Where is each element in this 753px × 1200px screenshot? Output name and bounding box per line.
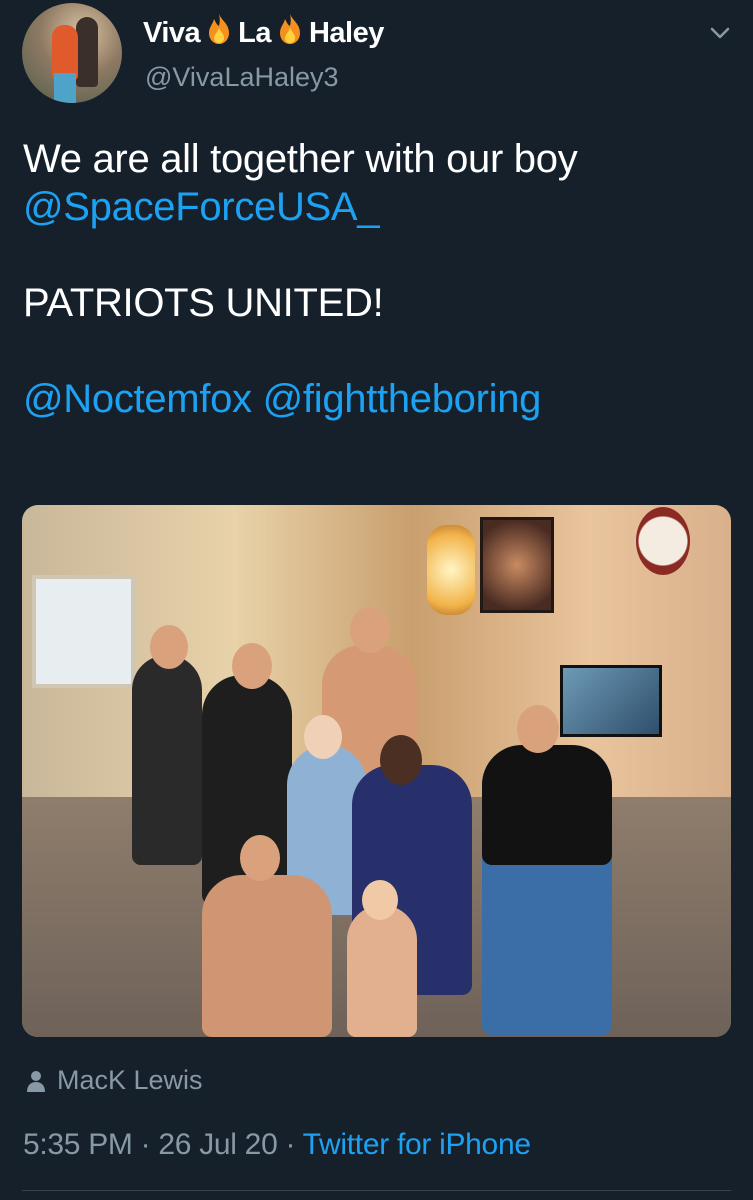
photo-group: [122, 595, 682, 1037]
mention-link[interactable]: @fighttheboring: [263, 377, 542, 421]
fire-emoji-icon: [202, 12, 236, 54]
avatar-figure: [52, 25, 78, 80]
tweet-text-line: PATRIOTS UNITED!: [23, 281, 384, 325]
tweet-date[interactable]: 26 Jul 20: [158, 1128, 277, 1161]
tweet: Viva La Haley @VivaLaHaley3 We are all t…: [0, 0, 753, 1200]
meta-separator: ·: [132, 1128, 159, 1161]
avatar[interactable]: [22, 3, 122, 103]
mention-link[interactable]: @SpaceForceUSA_: [23, 185, 380, 229]
divider: [22, 1190, 731, 1191]
tweet-time[interactable]: 5:35 PM: [23, 1128, 133, 1161]
mention-link[interactable]: @Noctemfox: [23, 377, 252, 421]
display-name-part: La: [238, 16, 271, 49]
avatar-figure: [76, 17, 98, 87]
person-icon: [27, 1070, 45, 1092]
photo-clock: [636, 507, 690, 575]
tweet-meta: 5:35 PM · 26 Jul 20 · Twitter for iPhone: [23, 1128, 531, 1162]
display-name[interactable]: Viva La Haley: [143, 12, 384, 54]
chevron-down-icon[interactable]: [709, 22, 731, 44]
tweet-text: We are all together with our boy @SpaceF…: [23, 135, 733, 423]
tweet-photo[interactable]: [22, 505, 731, 1037]
display-name-part: Viva: [143, 16, 201, 49]
tweet-text-line: We are all together with our boy: [23, 137, 578, 181]
display-name-part: Haley: [308, 16, 384, 49]
fire-emoji-icon: [273, 12, 307, 54]
user-handle[interactable]: @VivaLaHaley3: [145, 62, 339, 93]
photo-window: [32, 575, 135, 688]
avatar-figure: [54, 73, 76, 103]
tweet-source[interactable]: Twitter for iPhone: [303, 1128, 531, 1161]
tagged-user-name: MacK Lewis: [57, 1065, 203, 1095]
tagged-user[interactable]: MacK Lewis: [25, 1065, 203, 1096]
meta-separator: ·: [277, 1128, 303, 1161]
